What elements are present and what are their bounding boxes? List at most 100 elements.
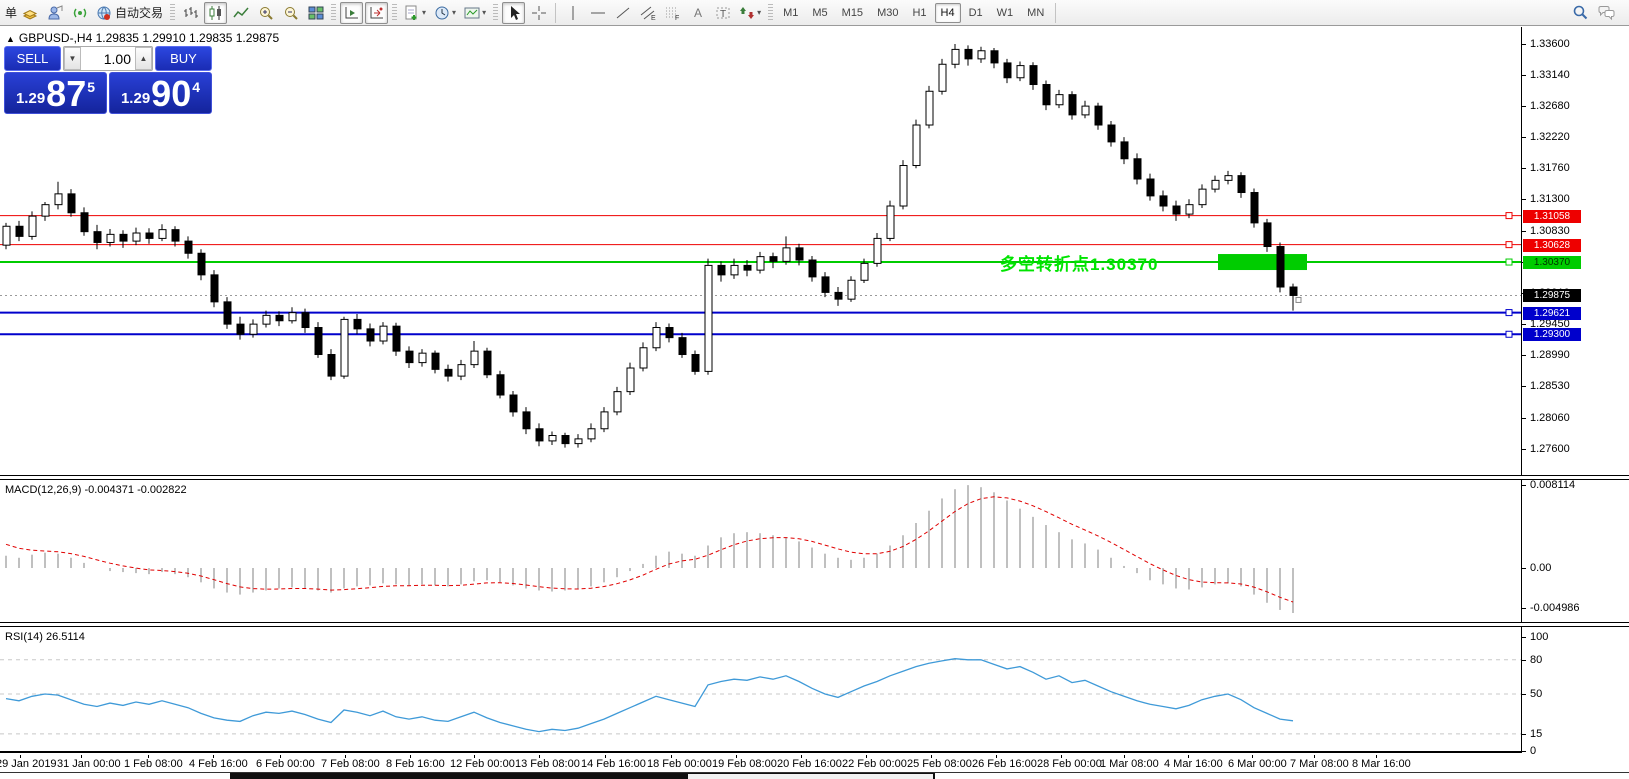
equidistant-channel-icon[interactable]: E — [636, 2, 659, 24]
date-axis-label: 22 Feb 00:00 — [842, 758, 907, 770]
tile-windows-icon[interactable] — [304, 2, 327, 24]
date-axis-label: 12 Feb 00:00 — [450, 758, 515, 770]
timeframe-button-m5[interactable]: M5 — [806, 3, 833, 23]
timeframe-button-mn[interactable]: MN — [1021, 3, 1050, 23]
macd-axis[interactable]: 0.0081140.00-0.004986 — [1522, 480, 1629, 622]
macd-axis-label: 0.008114 — [1530, 479, 1575, 491]
arrows-icon[interactable]: ▾ — [736, 2, 764, 24]
sell-price-button[interactable]: 1.29 87 5 — [4, 72, 107, 114]
profile-icon[interactable] — [43, 2, 66, 24]
candle-down — [484, 351, 491, 375]
rsi-label: RSI(14) 26.5114 — [5, 631, 85, 643]
history-book-icon[interactable] — [18, 2, 41, 24]
candle-up — [861, 263, 868, 280]
toolbar-drag-handle[interactable] — [768, 4, 773, 22]
toolbar-drag-handle[interactable] — [493, 4, 498, 22]
candle-up — [588, 429, 595, 439]
text-a-icon[interactable]: A — [686, 2, 709, 24]
line-endpoint-handle[interactable] — [1506, 331, 1512, 337]
line-chart-icon[interactable] — [229, 2, 252, 24]
line-endpoint-handle[interactable] — [1506, 242, 1512, 248]
scrollbar-track[interactable] — [230, 773, 935, 779]
timeframe-button-w1[interactable]: W1 — [991, 3, 1020, 23]
timeframe-button-m1[interactable]: M1 — [777, 3, 804, 23]
shift-chart-icon[interactable] — [340, 2, 363, 24]
scrollbar-thumb[interactable] — [688, 774, 933, 779]
template-icon[interactable]: ▾ — [461, 2, 489, 24]
rsi-panel[interactable] — [0, 627, 1522, 753]
trend-line-icon[interactable] — [611, 2, 634, 24]
buy-button[interactable]: BUY — [155, 46, 212, 71]
auto-scroll-icon[interactable] — [365, 2, 388, 24]
timeframe-button-h1[interactable]: H1 — [906, 3, 932, 23]
bar-chart-icon[interactable] — [179, 2, 202, 24]
zoom-in-icon[interactable] — [254, 2, 277, 24]
price-axis-tick — [1522, 324, 1526, 325]
horizontal-scrollbar[interactable] — [0, 772, 1629, 779]
buy-price-button[interactable]: 1.29 90 4 — [109, 72, 212, 114]
horizontal-line-icon[interactable] — [586, 2, 609, 24]
price-axis-tick-label: 1.28530 — [1530, 380, 1570, 392]
volume-increase-button[interactable]: ▲ — [135, 47, 152, 70]
candle-up — [614, 392, 621, 412]
signal-icon[interactable] — [68, 2, 91, 24]
search-icon[interactable] — [1569, 2, 1592, 24]
timeframe-button-d1[interactable]: D1 — [963, 3, 989, 23]
timeframe-button-m15[interactable]: M15 — [836, 3, 869, 23]
candle-down — [1043, 85, 1050, 105]
candlestick-chart-icon[interactable] — [204, 2, 227, 24]
timeframe-group: M1M5M15M30H1H4D1W1MN — [776, 3, 1051, 23]
candle-down — [965, 49, 972, 58]
candle-up — [952, 49, 959, 64]
line-endpoint-handle[interactable] — [1506, 213, 1512, 219]
macd-canvas[interactable] — [0, 480, 1521, 622]
date-axis-label: 7 Feb 08:00 — [321, 758, 380, 770]
one-click-trading-panel: SELL ▼ ▲ BUY 1.29 87 5 1.29 90 4 — [4, 46, 212, 114]
volume-input[interactable] — [81, 47, 135, 70]
fibonacci-icon[interactable]: F — [661, 2, 684, 24]
price-axis-tick — [1522, 168, 1526, 169]
volume-decrease-button[interactable]: ▼ — [64, 47, 81, 70]
candle-down — [1147, 179, 1154, 196]
line-endpoint-handle[interactable] — [1506, 310, 1512, 316]
toolbar-drag-handle[interactable] — [170, 4, 175, 22]
candle-up — [29, 216, 36, 236]
timeframe-button-h4[interactable]: H4 — [935, 3, 961, 23]
text-label-icon[interactable]: T — [711, 2, 734, 24]
autotrading-button[interactable]: 自动交易 — [93, 2, 166, 24]
svg-text:F: F — [675, 15, 679, 21]
candle-down — [445, 369, 452, 376]
price-axis[interactable]: 1.336001.331401.326801.322201.317601.313… — [1522, 27, 1629, 475]
zoom-out-icon[interactable] — [279, 2, 302, 24]
date-axis-label: 14 Feb 16:00 — [581, 758, 646, 770]
new-order-button[interactable]: 单 — [5, 4, 17, 21]
price-chart-canvas[interactable] — [0, 27, 1521, 475]
add-indicator-button[interactable]: ▾ — [401, 2, 429, 24]
candle-down — [315, 328, 322, 355]
periods-clock-icon[interactable]: ▾ — [431, 2, 459, 24]
green-zone-rectangle[interactable] — [1218, 254, 1307, 270]
price-axis-tick-label: 1.33140 — [1530, 69, 1570, 81]
crosshair-icon[interactable] — [527, 2, 550, 24]
collapse-panel-arrow-icon[interactable]: ▲ — [6, 34, 15, 44]
date-axis-label: 19 Feb 08:00 — [712, 758, 777, 770]
rsi-axis-label: 100 — [1530, 631, 1548, 643]
candle-up — [1017, 66, 1024, 78]
chat-icon[interactable] — [1594, 2, 1620, 24]
candle-up — [601, 412, 608, 429]
line-endpoint-handle[interactable] — [1506, 259, 1512, 265]
sell-button[interactable]: SELL — [4, 46, 61, 71]
date-axis-label: 31 Jan 00:00 — [57, 758, 121, 770]
vertical-line-icon[interactable] — [561, 2, 584, 24]
candle-down — [1134, 159, 1141, 179]
price-chart-panel[interactable] — [0, 27, 1522, 475]
toolbar-drag-handle[interactable] — [331, 4, 336, 22]
rsi-canvas[interactable] — [0, 627, 1521, 751]
date-axis[interactable]: 29 Jan 201931 Jan 00:001 Feb 08:004 Feb … — [0, 755, 1629, 772]
macd-panel[interactable] — [0, 480, 1522, 622]
timeframe-button-m30[interactable]: M30 — [871, 3, 904, 23]
rsi-axis[interactable]: 1008050150 — [1522, 627, 1629, 753]
toolbar-drag-handle[interactable] — [392, 4, 397, 22]
candle-down — [991, 51, 998, 63]
cursor-icon[interactable] — [502, 2, 525, 24]
